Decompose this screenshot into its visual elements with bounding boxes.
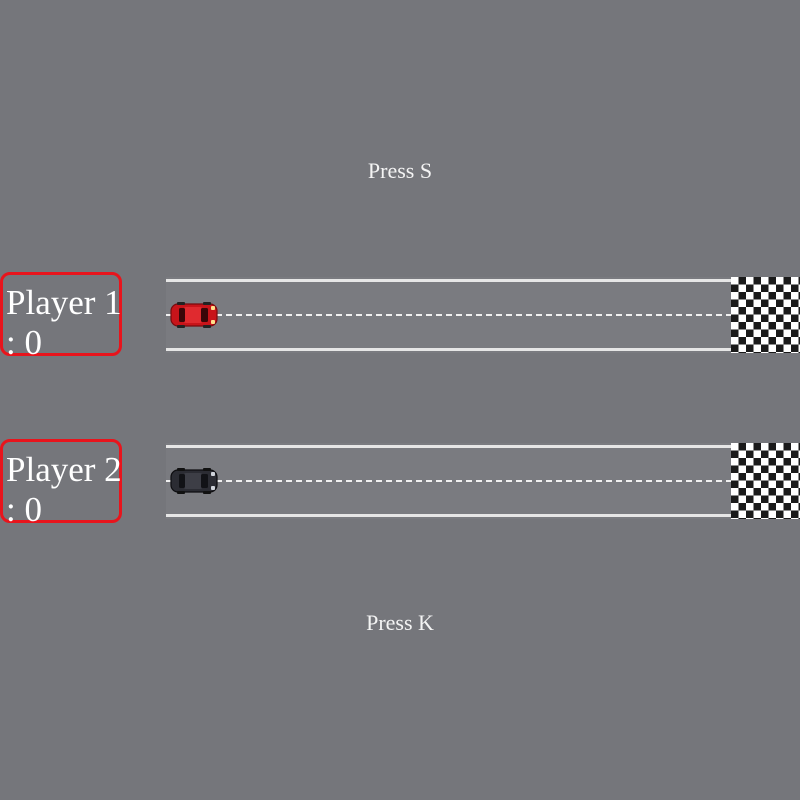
lane-center-dashes	[166, 480, 732, 482]
player1-car-icon	[170, 302, 218, 328]
lane-bottom-line	[166, 514, 732, 517]
lane-top-line	[166, 445, 732, 448]
race-game-screen: Press S Player 1 : 0 Player 2 : 0 Press …	[0, 0, 800, 800]
player2-score-label: Player 2 : 0	[6, 450, 122, 529]
checkered-flag-icon	[731, 277, 800, 353]
lane-center-dashes	[166, 314, 732, 316]
checkered-flag-icon	[731, 443, 800, 519]
player1-lane	[166, 277, 800, 353]
player2-lane	[166, 443, 800, 519]
lane-top-line	[166, 279, 732, 282]
lane-bottom-line	[166, 348, 732, 351]
player2-car-icon	[170, 468, 218, 494]
player1-key-hint: Press S	[367, 158, 433, 183]
player2-key-hint: Press K	[366, 610, 434, 635]
player1-score-label: Player 1 : 0	[6, 283, 122, 362]
player1-score-box: Player 1 : 0	[0, 272, 122, 362]
player2-score-box: Player 2 : 0	[0, 439, 122, 529]
